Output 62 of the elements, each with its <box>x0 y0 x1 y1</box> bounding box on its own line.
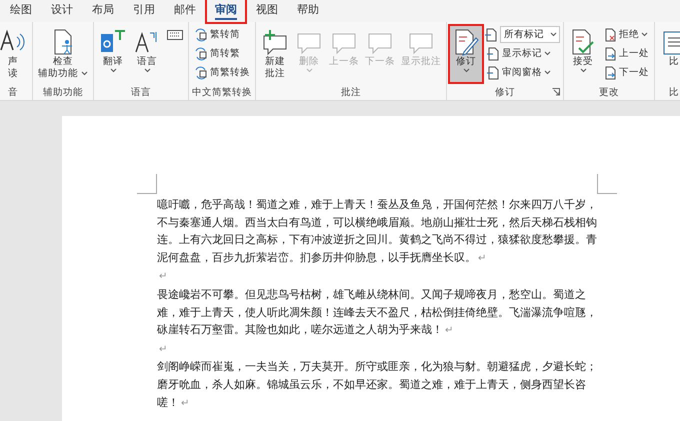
group-label: 比 <box>669 86 680 98</box>
chevron-icon <box>462 68 470 73</box>
ribbon-tab[interactable]: 审阅 <box>207 0 245 22</box>
ribbon-button[interactable]: 接受 <box>567 26 600 82</box>
ribbon-tab[interactable]: 绘图 <box>2 0 40 22</box>
paragraph-text: 剑阁峥嵘而崔嵬，一夫当关，万夫莫开。所守或匪亲，化为狼与豺。朝避猛虎，夕避长蛇；磨牙吮血，杀人如麻。锦城虽云乐，不如早还家。蜀道之难，难于上青天，侧身西望长咨嗟！ ↵ <box>157 360 597 409</box>
paragraph-text: 噫吁嚱，危乎高哉！蜀道之难，难于上青天！蚕丛及鱼凫，开国何茫然！尔来四万八千岁，不与秦塞通人烟。西当太白有鸟道，可以横绝峨眉巅。地崩山摧壮士死，然后天梯石栈相钩连。上有六龙回日之高标，下有冲波逆折之回川。黄鹤之飞尚不得过，猿猱欲度愁攀援。青泥何盘盘，百步九折萦岩峦。扪参历井仰胁息，以手抚膺坐长叹。 ↵ <box>157 198 597 264</box>
document-arrow-icon <box>603 46 618 60</box>
ribbon-button[interactable]: 简转繁 <box>192 45 252 62</box>
paragraph-mark: ↵ <box>159 344 168 355</box>
ribbon-button[interactable]: 繁转简 <box>192 26 252 43</box>
chevron-icon <box>544 70 552 75</box>
document-icon <box>486 46 500 60</box>
convert-icon <box>194 28 208 42</box>
ribbon-button[interactable]: 简繁转换 <box>192 64 252 81</box>
ribbon-button[interactable]: 修订 <box>450 26 482 82</box>
dialog-launcher-icon[interactable] <box>552 88 560 96</box>
group-label: 语言 <box>131 86 152 98</box>
group-label: 修订 <box>495 86 516 98</box>
ribbon-button[interactable]: 声 读 <box>0 26 29 82</box>
ribbon-tab[interactable]: 视图 <box>248 0 286 22</box>
convert-icon <box>194 46 208 60</box>
document-arrow-icon <box>603 66 618 80</box>
chevron-icon <box>580 68 587 73</box>
paragraph-mark: ↵ <box>159 271 168 282</box>
new-comment-icon <box>261 28 290 56</box>
chevron-icon <box>81 71 88 76</box>
ribbon-button[interactable]: 审阅窗格 <box>484 64 560 81</box>
convert-icon <box>194 66 208 80</box>
ribbon-button[interactable]: 显示标记 <box>484 45 560 62</box>
ribbon-tab[interactable]: 设计 <box>43 0 81 22</box>
paragraph-text: 畏途巉岩不可攀。但见悲鸟号枯树，雄飞雌从绕林间。又闻子规啼夜月，愁空山。蜀道之难，难于上青天，使人听此凋朱颜！连峰去天不盈尺，枯松倒挂倚绝壁。飞湍瀑流争喧豗，砯崖转石万壑雷。其险也如此，嗟尔远道之人胡为乎来哉！ ↵ <box>157 288 597 336</box>
ribbon-button[interactable]: 检查 辅助功能 <box>36 26 90 82</box>
ribbon-button[interactable]: 下一处 <box>601 64 652 81</box>
ribbon-button[interactable]: 比 <box>658 26 680 82</box>
markup-dropdown[interactable]: 所有标记 <box>500 26 560 43</box>
pane-icon <box>486 66 500 80</box>
chevron-icon <box>306 68 313 73</box>
group-label: 中文简繁转换 <box>192 86 252 98</box>
ribbon-button[interactable]: 新建 批注 <box>259 26 292 82</box>
group-label: 批注 <box>341 86 362 98</box>
document-icon <box>484 28 498 42</box>
chevron-icon <box>110 68 117 73</box>
document-x-icon <box>603 28 618 42</box>
ribbon-tab[interactable]: 邮件 <box>166 0 204 22</box>
ribbon-button[interactable]: 上一处 <box>601 45 652 62</box>
ribbon-tab[interactable]: 引用 <box>125 0 163 22</box>
chevron-icon <box>550 32 558 37</box>
chevron-icon <box>544 51 552 56</box>
group-label: 更改 <box>599 86 620 98</box>
chevron-icon <box>641 32 648 37</box>
group-label: 辅助功能 <box>43 86 84 98</box>
group-label: 音 <box>8 86 18 98</box>
ribbon-tab[interactable]: 帮助 <box>289 0 327 22</box>
margin-corner-icon <box>597 174 617 194</box>
ribbon-tab[interactable]: 布局 <box>84 0 122 22</box>
ribbon-button[interactable]: 拒绝 <box>601 26 652 43</box>
keyboard-icon <box>167 30 184 40</box>
ribbon-button[interactable]: 语言 <box>131 26 164 82</box>
margin-corner-icon <box>137 174 157 194</box>
chevron-icon <box>144 68 151 73</box>
ribbon-button[interactable]: 翻译 <box>97 26 130 82</box>
